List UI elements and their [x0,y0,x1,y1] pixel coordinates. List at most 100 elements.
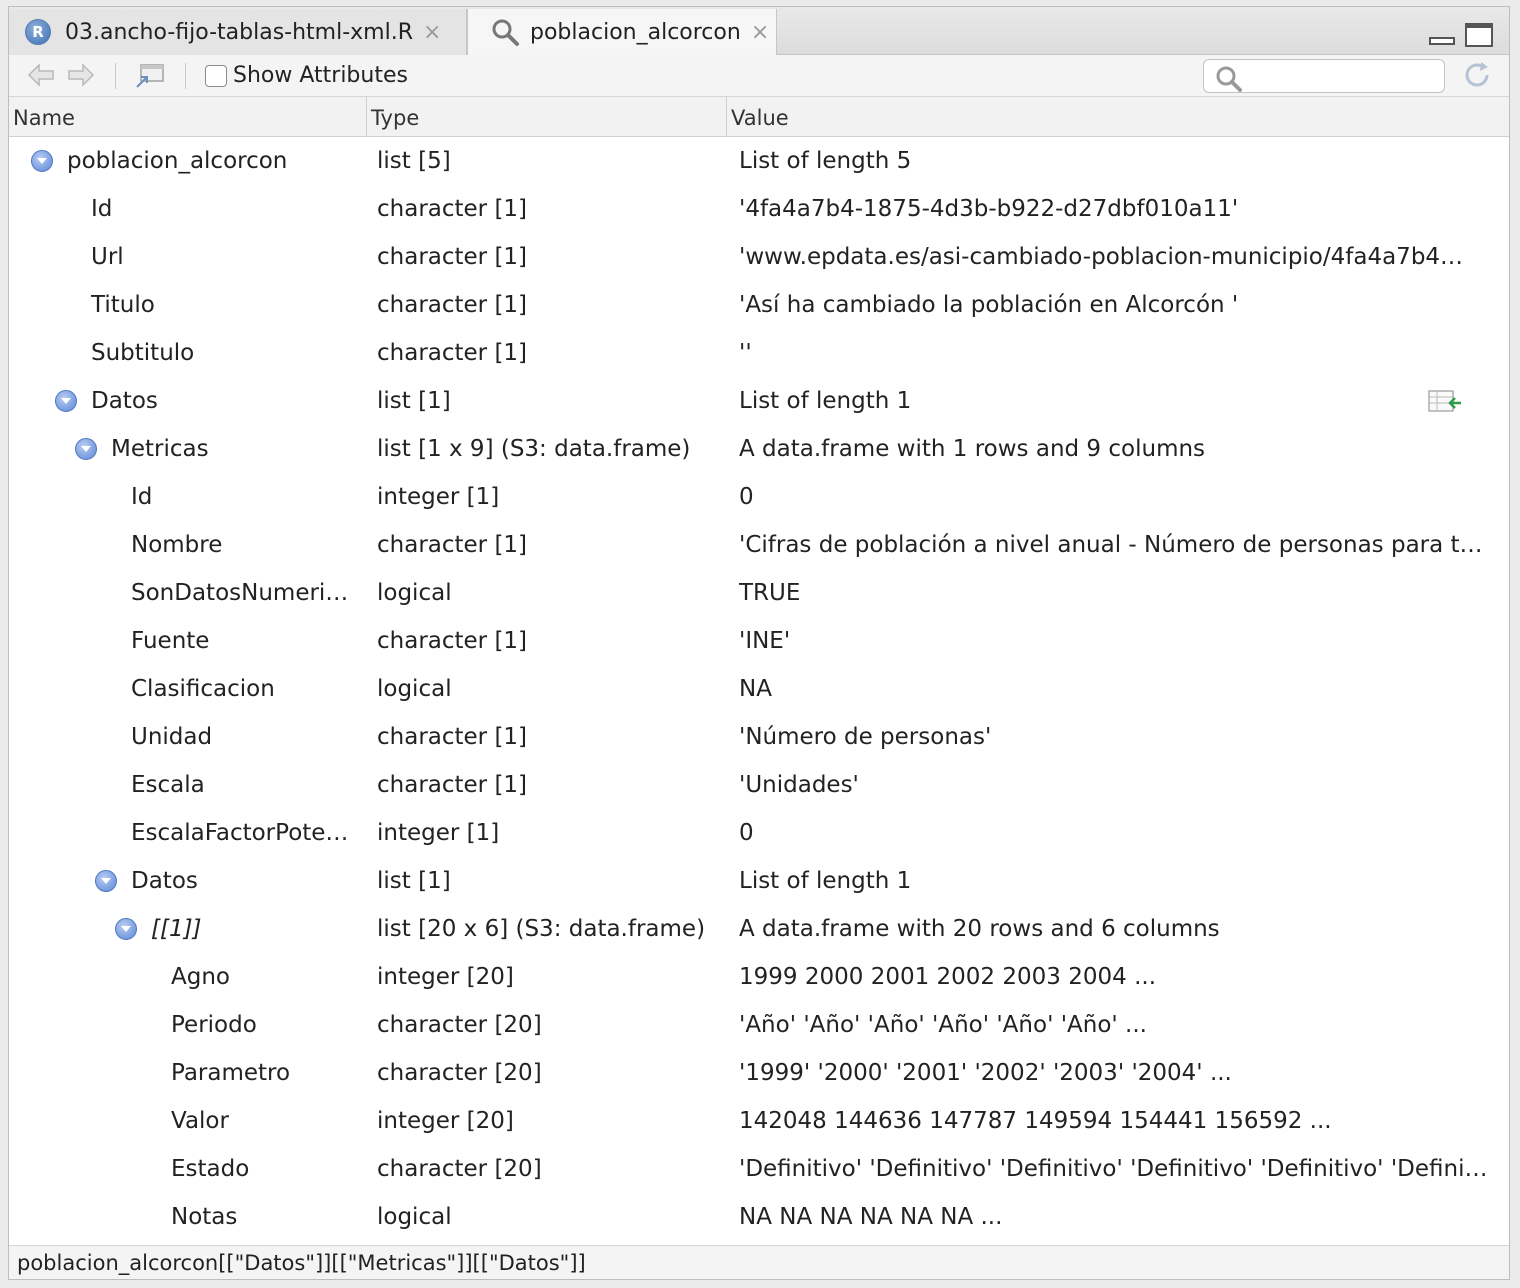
tab-r-script[interactable]: R 03.ancho-fijo-tablas-html-xml.R × [9,9,467,55]
row-name: Unidad [131,724,213,750]
row-type: integer [1] [377,820,500,846]
table-row[interactable]: Unidad character [1] 'Número de personas… [9,713,1509,761]
row-name: Estado [171,1156,250,1182]
table-row[interactable]: Valor integer [20] 142048 144636 147787 … [9,1097,1509,1145]
table-row[interactable]: Nombre character [1] 'Cifras de població… [9,521,1509,569]
table-row[interactable]: Parametro character [20] '1999' '2000' '… [9,1049,1509,1097]
row-name: Notas [171,1204,238,1230]
row-value: 'Así ha cambiado la población en Alcorcó… [739,292,1239,318]
tab-poblacion-alcorcon[interactable]: poblacion_alcorcon × [467,9,777,55]
row-value: 1999 2000 2001 2002 2003 2004 ... [739,964,1156,990]
row-type: list [1] [377,868,451,894]
table-row[interactable]: EscalaFactorPote… integer [1] 0 [9,809,1509,857]
row-name: [[1]] [151,916,202,942]
row-type: character [1] [377,340,528,366]
popout-window-icon[interactable] [133,61,167,91]
row-type: integer [20] [377,1108,514,1134]
row-name: Escala [131,772,205,798]
search-icon [492,19,519,46]
row-type: character [20] [377,1012,542,1038]
row-type: list [20 x 6] (S3: data.frame) [377,916,706,942]
column-header: Name Type Value [9,97,1509,137]
row-type: character [1] [377,628,528,654]
column-header-name[interactable]: Name [9,97,367,137]
back-arrow-icon[interactable] [25,61,57,89]
window-controls [1429,23,1493,47]
row-name: Periodo [171,1012,257,1038]
table-row[interactable]: Escala character [1] 'Unidades' [9,761,1509,809]
table-row[interactable]: Titulo character [1] 'Así ha cambiado la… [9,281,1509,329]
row-value: 142048 144636 147787 149594 154441 15659… [739,1108,1332,1134]
row-value: 0 [739,484,754,510]
row-value: '' [739,340,752,366]
row-type: character [1] [377,244,528,270]
row-name: poblacion_alcorcon [67,148,288,174]
table-row[interactable]: Id character [1] '4fa4a7b4-1875-4d3b-b92… [9,185,1509,233]
tab-label: 03.ancho-fijo-tablas-html-xml.R [65,19,413,45]
row-value: 'Número de personas' [739,724,992,750]
collapse-toggle-icon[interactable] [75,438,97,460]
row-value: List of length 1 [739,868,912,894]
table-row[interactable]: Url character [1] 'www.epdata.es/asi-cam… [9,233,1509,281]
table-row[interactable]: Datos list [1] List of length 1 [9,377,1509,425]
tab-bar: R 03.ancho-fijo-tablas-html-xml.R × pobl… [9,7,1509,55]
collapse-toggle-icon[interactable] [115,918,137,940]
show-attributes-label: Show Attributes [233,63,408,88]
tab-label: poblacion_alcorcon [530,19,741,45]
table-row[interactable]: [[1]] list [20 x 6] (S3: data.frame) A d… [9,905,1509,953]
close-icon[interactable]: × [423,20,441,45]
row-value: 'www.epdata.es/asi-cambiado-poblacion-mu… [739,244,1464,270]
forward-arrow-icon[interactable] [65,61,97,89]
table-row[interactable]: Subtitulo character [1] '' [9,329,1509,377]
row-name: Titulo [91,292,155,318]
row-name: Datos [91,388,158,414]
table-row[interactable]: Datos list [1] List of length 1 [9,857,1509,905]
row-value: 'Unidades' [739,772,859,798]
collapse-toggle-icon[interactable] [95,870,117,892]
search-box[interactable] [1203,59,1445,93]
table-row[interactable]: Notas logical NA NA NA NA NA NA ... [9,1193,1509,1241]
row-value: List of length 5 [739,148,912,174]
table-row[interactable]: Clasificacion logical NA [9,665,1509,713]
table-row[interactable]: SonDatosNumeri… logical TRUE [9,569,1509,617]
collapse-toggle-icon[interactable] [55,390,77,412]
maximize-icon[interactable] [1465,23,1493,47]
row-name: Metricas [111,436,209,462]
show-attributes-toggle[interactable]: Show Attributes [205,63,408,88]
table-row[interactable]: poblacion_alcorcon list [5] List of leng… [9,137,1509,185]
table-row[interactable]: Id integer [1] 0 [9,473,1509,521]
show-attributes-checkbox[interactable] [205,64,227,87]
minimize-icon[interactable] [1429,37,1455,45]
row-name: SonDatosNumeri… [131,580,349,606]
table-row[interactable]: Estado character [20] 'Definitivo' 'Defi… [9,1145,1509,1193]
table-row[interactable]: Fuente character [1] 'INE' [9,617,1509,665]
row-value: NA [739,676,772,702]
row-type: logical [377,676,452,702]
row-name: Clasificacion [131,676,275,702]
search-input[interactable] [1248,63,1442,91]
table-row[interactable]: Periodo character [20] 'Año' 'Año' 'Año'… [9,1001,1509,1049]
row-type: list [5] [377,148,451,174]
row-name: Subtitulo [91,340,195,366]
collapse-toggle-icon[interactable] [31,150,53,172]
row-name: Fuente [131,628,210,654]
table-row[interactable]: Metricas list [1 x 9] (S3: data.frame) A… [9,425,1509,473]
view-table-icon[interactable] [1427,389,1463,415]
row-name: EscalaFactorPote… [131,820,349,846]
toolbar-divider [185,63,186,89]
row-type: logical [377,1204,452,1230]
table-row[interactable]: Agno integer [20] 1999 2000 2001 2002 20… [9,953,1509,1001]
status-path: poblacion_alcorcon[["Datos"]][["Metricas… [9,1245,1509,1279]
row-type: character [20] [377,1156,542,1182]
row-name: Url [91,244,124,270]
refresh-icon[interactable] [1461,59,1493,91]
row-value: '1999' '2000' '2001' '2002' '2003' '2004… [739,1060,1232,1086]
object-tree: poblacion_alcorcon list [5] List of leng… [9,137,1509,1241]
close-icon[interactable]: × [751,20,769,45]
row-type: list [1] [377,388,451,414]
column-header-type[interactable]: Type [367,97,727,137]
r-file-icon: R [25,19,51,45]
column-header-value[interactable]: Value [727,97,1509,137]
row-value: 'Cifras de población a nivel anual - Núm… [739,532,1483,558]
row-type: integer [1] [377,484,500,510]
